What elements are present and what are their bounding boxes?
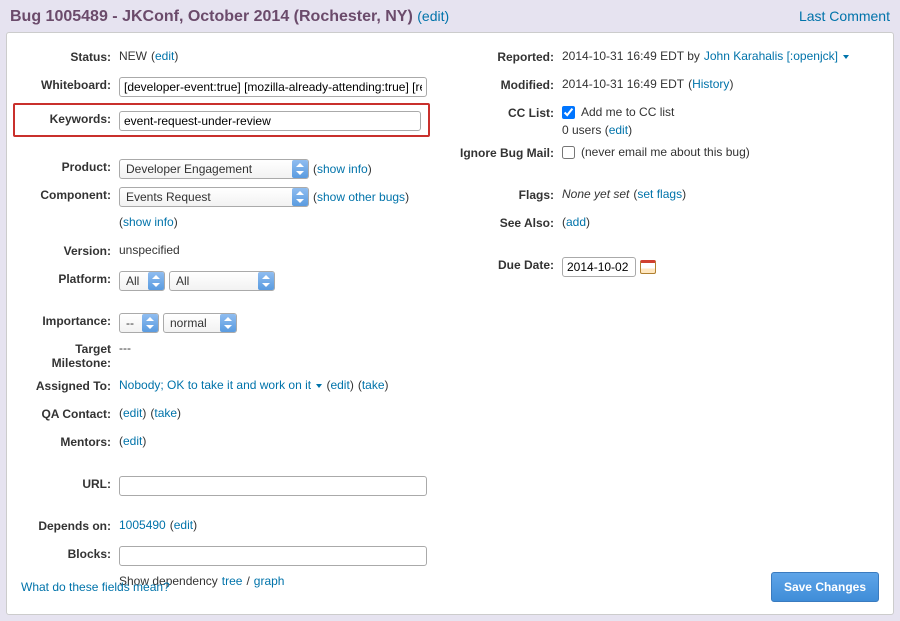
url-input[interactable] bbox=[119, 476, 427, 496]
product-show-info-link[interactable]: show info bbox=[317, 162, 368, 176]
component-select[interactable]: Events Request bbox=[119, 187, 309, 207]
see-also-add-link[interactable]: add bbox=[566, 215, 586, 229]
select-arrows-icon bbox=[292, 188, 308, 206]
set-flags-link[interactable]: set flags bbox=[637, 187, 682, 201]
qa-contact-label: QA Contact: bbox=[17, 404, 119, 421]
calendar-icon[interactable] bbox=[640, 260, 656, 274]
component-select-value: Events Request bbox=[126, 190, 211, 204]
whiteboard-input[interactable] bbox=[119, 77, 427, 97]
left-column: Status: NEW (edit) Whiteboard: Keywords: bbox=[17, 47, 430, 600]
ignore-label: Ignore Bug Mail: bbox=[460, 143, 562, 160]
component-show-info-link[interactable]: show info bbox=[123, 215, 174, 229]
qa-contact-edit-link[interactable]: edit bbox=[123, 406, 142, 420]
product-select-value: Developer Engagement bbox=[126, 162, 252, 176]
version-label: Version: bbox=[17, 241, 119, 258]
flags-label: Flags: bbox=[460, 185, 562, 202]
cc-add-me-checkbox[interactable] bbox=[562, 106, 575, 119]
status-edit-link[interactable]: edit bbox=[155, 49, 174, 63]
platform-label: Platform: bbox=[17, 269, 119, 286]
status-value: NEW bbox=[119, 49, 147, 63]
cc-add-me-label: Add me to CC list bbox=[581, 105, 674, 119]
select-arrows-icon bbox=[148, 272, 164, 290]
select-arrows-icon bbox=[142, 314, 158, 332]
keywords-label: Keywords: bbox=[17, 109, 119, 126]
importance-priority-select[interactable]: -- bbox=[119, 313, 159, 333]
blocks-label: Blocks: bbox=[17, 544, 119, 561]
component-label: Component: bbox=[17, 185, 119, 202]
version-value: unspecified bbox=[119, 243, 180, 257]
bug-details-panel: Status: NEW (edit) Whiteboard: Keywords: bbox=[6, 32, 894, 615]
assigned-to-take-link[interactable]: take bbox=[362, 378, 385, 392]
edit-title-link[interactable]: (edit) bbox=[417, 8, 449, 24]
depends-on-label: Depends on: bbox=[17, 516, 119, 533]
caret-down-icon bbox=[316, 384, 322, 388]
see-also-label: See Also: bbox=[460, 213, 562, 230]
save-changes-button[interactable]: Save Changes bbox=[771, 572, 879, 602]
cc-list-label: CC List: bbox=[460, 103, 562, 120]
select-arrows-icon bbox=[258, 272, 274, 290]
depends-on-bug-link[interactable]: 1005490 bbox=[119, 518, 166, 532]
component-show-other-link[interactable]: show other bugs bbox=[317, 190, 405, 204]
depends-on-edit-link[interactable]: edit bbox=[174, 518, 193, 532]
platform-select-2[interactable]: All bbox=[169, 271, 275, 291]
bug-summary: JKConf, October 2014 (Rochester, NY) bbox=[122, 8, 413, 25]
url-label: URL: bbox=[17, 474, 119, 491]
platform-select-1[interactable]: All bbox=[119, 271, 165, 291]
right-column: Reported: 2014-10-31 16:49 EDT by John K… bbox=[460, 47, 873, 600]
qa-contact-take-link[interactable]: take bbox=[154, 406, 177, 420]
cc-users-count: 0 users bbox=[562, 123, 601, 137]
target-milestone-value: --- bbox=[119, 341, 131, 355]
fields-help-link[interactable]: What do these fields mean? bbox=[21, 580, 170, 594]
mentors-label: Mentors: bbox=[17, 432, 119, 449]
modified-time: 2014-10-31 16:49 EDT bbox=[562, 77, 684, 91]
flags-value: None yet set bbox=[562, 187, 629, 201]
select-arrows-icon bbox=[292, 160, 308, 178]
importance-label: Importance: bbox=[17, 311, 119, 328]
last-comment-link[interactable]: Last Comment bbox=[799, 8, 890, 24]
assigned-to-label: Assigned To: bbox=[17, 376, 119, 393]
target-milestone-label: Target Milestone: bbox=[17, 339, 119, 370]
product-select[interactable]: Developer Engagement bbox=[119, 159, 309, 179]
select-arrows-icon bbox=[220, 314, 236, 332]
blocks-input[interactable] bbox=[119, 546, 427, 566]
importance-severity-select[interactable]: normal bbox=[163, 313, 237, 333]
keywords-highlight: Keywords: bbox=[13, 103, 430, 137]
keywords-input[interactable] bbox=[119, 111, 421, 131]
assigned-to-value[interactable]: Nobody; OK to take it and work on it bbox=[119, 378, 322, 392]
mentors-edit-link[interactable]: edit bbox=[123, 434, 142, 448]
ignore-checkbox[interactable] bbox=[562, 146, 575, 159]
modified-label: Modified: bbox=[460, 75, 562, 92]
cc-edit-link[interactable]: edit bbox=[609, 123, 628, 137]
ignore-text: (never email me about this bug) bbox=[581, 145, 750, 159]
due-date-label: Due Date: bbox=[460, 255, 562, 272]
reported-time: 2014-10-31 16:49 EDT by bbox=[562, 49, 700, 63]
page-title: Bug 1005489 - JKConf, October 2014 (Roch… bbox=[10, 8, 449, 26]
assigned-to-edit-link[interactable]: edit bbox=[330, 378, 349, 392]
due-date-input[interactable] bbox=[562, 257, 636, 277]
product-label: Product: bbox=[17, 157, 119, 174]
reported-label: Reported: bbox=[460, 47, 562, 64]
status-label: Status: bbox=[17, 47, 119, 64]
modified-history-link[interactable]: History bbox=[692, 77, 729, 91]
bug-id: Bug 1005489 - bbox=[10, 8, 118, 25]
caret-down-icon bbox=[843, 55, 849, 59]
reported-user-link[interactable]: John Karahalis [:openjck] bbox=[704, 49, 849, 63]
whiteboard-label: Whiteboard: bbox=[17, 75, 119, 92]
